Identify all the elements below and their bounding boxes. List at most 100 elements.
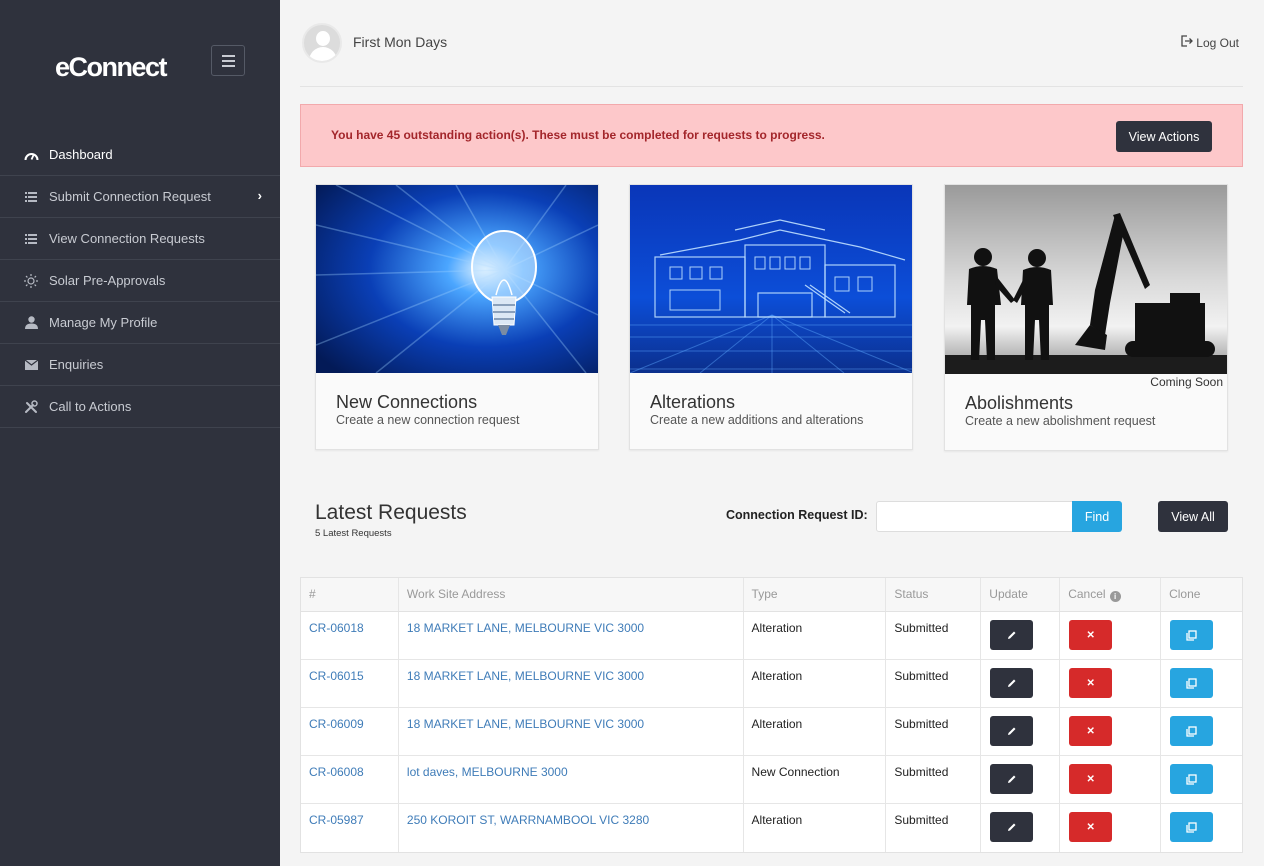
- request-status: Submitted: [886, 708, 982, 755]
- clone-icon: [1186, 821, 1197, 833]
- card-subtitle: Create a new connection request: [336, 413, 520, 427]
- table-row: CR-06008 lot daves, MELBOURNE 3000 New C…: [301, 756, 1242, 804]
- card-subtitle: Create a new additions and alterations: [650, 413, 864, 427]
- abolishments-card[interactable]: Coming Soon Abolishments Create a new ab…: [944, 184, 1228, 451]
- sidebar: eConnect Dashboard Submit Connection Req…: [0, 0, 280, 866]
- sidebar-item-view-connection-requests[interactable]: View Connection Requests: [0, 218, 280, 260]
- cancel-button[interactable]: ✕: [1069, 812, 1113, 842]
- logout-link[interactable]: Log Out: [1181, 35, 1239, 50]
- column-header-status: Status: [886, 578, 982, 611]
- card-title: Alterations: [650, 392, 736, 412]
- connection-request-id-label: Connection Request ID:: [726, 508, 868, 522]
- edit-button[interactable]: [990, 764, 1034, 794]
- sidebar-item-label: Solar Pre-Approvals: [49, 273, 166, 288]
- sidebar-item-call-to-actions[interactable]: Call to Actions: [0, 386, 280, 428]
- avatar: [302, 23, 342, 63]
- request-type: Alteration: [744, 708, 887, 755]
- outstanding-actions-alert: You have 45 outstanding action(s). These…: [300, 104, 1243, 167]
- clone-button[interactable]: [1170, 620, 1214, 650]
- sidebar-item-submit-connection-request[interactable]: Submit Connection Request ›: [0, 176, 280, 218]
- cancel-button[interactable]: ✕: [1069, 716, 1113, 746]
- info-icon[interactable]: i: [1109, 591, 1121, 602]
- cancel-button[interactable]: ✕: [1069, 668, 1113, 698]
- sidebar-item-label: Manage My Profile: [49, 315, 158, 330]
- address-link[interactable]: 18 MARKET LANE, MELBOURNE VIC 3000: [399, 708, 744, 755]
- sun-icon: [23, 273, 39, 289]
- table-row: CR-05987 250 KOROIT ST, WARRNAMBOOL VIC …: [301, 804, 1242, 852]
- alterations-card[interactable]: Alterations Create a new additions and a…: [629, 184, 913, 450]
- address-link[interactable]: 18 MARKET LANE, MELBOURNE VIC 3000: [399, 612, 744, 659]
- close-icon: ✕: [1086, 677, 1095, 689]
- user-icon: [23, 315, 39, 331]
- alert-message: You have 45 outstanding action(s). These…: [331, 128, 825, 142]
- latest-requests-table: # Work Site Address Type Status Update C…: [300, 577, 1243, 853]
- sidebar-item-label: Submit Connection Request: [49, 189, 211, 204]
- list-icon: [23, 189, 39, 205]
- request-id-link[interactable]: CR-05987: [301, 804, 399, 852]
- address-link[interactable]: lot daves, MELBOURNE 3000: [399, 756, 744, 803]
- clone-button[interactable]: [1170, 716, 1214, 746]
- chevron-right-icon: ›: [257, 188, 262, 203]
- column-header-address: Work Site Address: [399, 578, 744, 611]
- logout-icon: [1181, 35, 1194, 50]
- envelope-icon: [23, 357, 39, 373]
- view-actions-button[interactable]: View Actions: [1116, 121, 1212, 152]
- latest-requests-subtitle: 5 Latest Requests: [315, 528, 392, 539]
- request-id-link[interactable]: CR-06009: [301, 708, 399, 755]
- clone-button[interactable]: [1170, 812, 1214, 842]
- table-row: CR-06018 18 MARKET LANE, MELBOURNE VIC 3…: [301, 612, 1242, 660]
- column-header-cancel: Cancel i: [1060, 578, 1162, 611]
- sidebar-item-label: View Connection Requests: [49, 231, 205, 246]
- clone-icon: [1186, 725, 1197, 737]
- edit-button[interactable]: [990, 668, 1034, 698]
- table-header-row: # Work Site Address Type Status Update C…: [301, 578, 1242, 612]
- column-header-type: Type: [744, 578, 887, 611]
- find-button[interactable]: Find: [1072, 501, 1122, 532]
- sidebar-item-label: Dashboard: [49, 147, 113, 162]
- column-header-update: Update: [981, 578, 1061, 611]
- request-type: Alteration: [744, 660, 887, 707]
- edit-button[interactable]: [990, 812, 1034, 842]
- request-id-link[interactable]: CR-06018: [301, 612, 399, 659]
- request-status: Submitted: [886, 660, 982, 707]
- request-type: Alteration: [744, 804, 887, 852]
- connection-request-id-input[interactable]: [876, 501, 1073, 532]
- close-icon: ✕: [1086, 821, 1095, 833]
- menu-toggle-button[interactable]: [211, 45, 245, 76]
- request-id-link[interactable]: CR-06015: [301, 660, 399, 707]
- app-logo[interactable]: eConnect: [55, 52, 168, 83]
- address-link[interactable]: 18 MARKET LANE, MELBOURNE VIC 3000: [399, 660, 744, 707]
- house-blueprint-image: [630, 185, 912, 373]
- pencil-icon: [1007, 775, 1016, 783]
- sidebar-item-solar-pre-approvals[interactable]: Solar Pre-Approvals: [0, 260, 280, 302]
- card-subtitle: Create a new abolishment request: [965, 414, 1156, 428]
- latest-requests-title: Latest Requests: [315, 501, 467, 524]
- address-link[interactable]: 250 KOROIT ST, WARRNAMBOOL VIC 3280: [399, 804, 744, 852]
- request-status: Submitted: [886, 612, 982, 659]
- card-title: Abolishments: [965, 393, 1074, 413]
- clone-button[interactable]: [1170, 668, 1214, 698]
- sidebar-item-enquiries[interactable]: Enquiries: [0, 344, 280, 386]
- request-id-link[interactable]: CR-06008: [301, 756, 399, 803]
- column-header-number: #: [301, 578, 399, 611]
- clone-button[interactable]: [1170, 764, 1214, 794]
- view-all-button[interactable]: View All: [1158, 501, 1228, 532]
- list-icon: [23, 231, 39, 247]
- table-row: CR-06009 18 MARKET LANE, MELBOURNE VIC 3…: [301, 708, 1242, 756]
- cancel-button[interactable]: ✕: [1069, 620, 1113, 650]
- pencil-icon: [1007, 727, 1016, 735]
- pencil-icon: [1007, 679, 1016, 687]
- sidebar-item-dashboard[interactable]: Dashboard: [0, 134, 280, 176]
- request-type: New Connection: [744, 756, 887, 803]
- request-status: Submitted: [886, 756, 982, 803]
- sidebar-item-manage-my-profile[interactable]: Manage My Profile: [0, 302, 280, 344]
- request-type: Alteration: [744, 612, 887, 659]
- lightbulb-image: [316, 185, 598, 373]
- card-title: New Connections: [336, 392, 478, 412]
- edit-button[interactable]: [990, 620, 1034, 650]
- cancel-button[interactable]: ✕: [1069, 764, 1113, 794]
- excavator-workers-image: [945, 185, 1227, 374]
- username: First Mon Days: [353, 34, 448, 50]
- edit-button[interactable]: [990, 716, 1034, 746]
- new-connections-card[interactable]: New Connections Create a new connection …: [315, 184, 599, 450]
